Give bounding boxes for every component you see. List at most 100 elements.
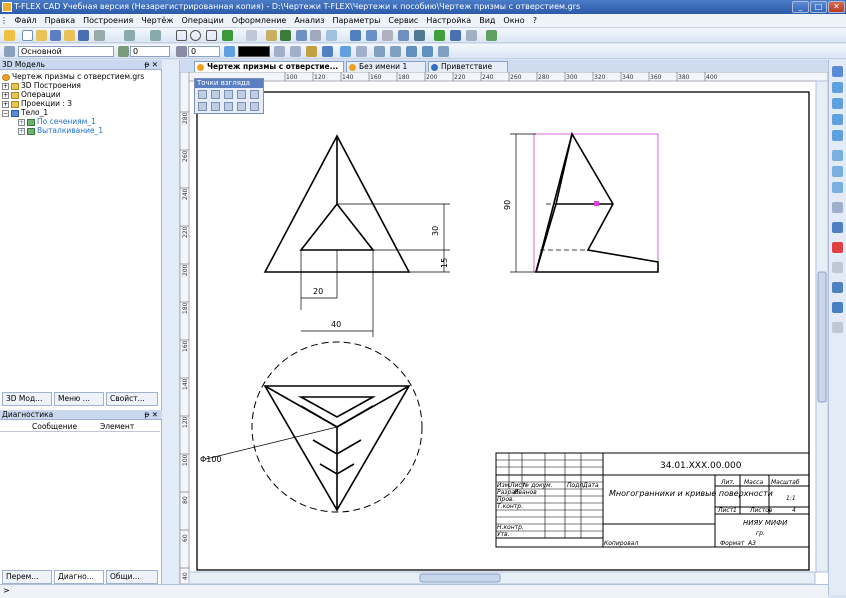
menu-window[interactable]: Окно <box>499 14 528 27</box>
collapse-icon[interactable]: − <box>2 109 9 117</box>
tflex-icon[interactable] <box>4 30 15 41</box>
zoom-next-icon[interactable] <box>832 166 843 177</box>
menu-format[interactable]: Оформление <box>228 14 291 27</box>
menu-drawing[interactable]: Чертёж <box>137 14 177 27</box>
tab-properties[interactable]: Свойст... <box>106 392 158 406</box>
window-icon[interactable] <box>466 30 477 41</box>
linetype-icon[interactable] <box>274 46 285 57</box>
ortho-icon[interactable] <box>374 46 385 57</box>
zoom-out-icon[interactable] <box>832 98 843 109</box>
h-scroll-thumb[interactable] <box>419 573 501 583</box>
tab-3d-model[interactable]: 3D Мод... <box>2 392 52 406</box>
panel-pin-close[interactable]: ᵽ ✕ <box>144 60 158 70</box>
menu-build[interactable]: Построения <box>79 14 137 27</box>
regen-icon[interactable] <box>832 202 843 213</box>
undo-icon[interactable] <box>124 30 135 41</box>
snap-toggle-icon[interactable] <box>340 46 351 57</box>
close-button[interactable]: ✕ <box>828 1 845 13</box>
snap-icon[interactable] <box>222 30 233 41</box>
zoom-page-icon[interactable] <box>832 182 843 193</box>
view-icon[interactable] <box>350 30 361 41</box>
polar-icon[interactable] <box>390 46 401 57</box>
redo-icon[interactable] <box>150 30 161 41</box>
line-tool-icon[interactable] <box>176 30 187 41</box>
edit-icon[interactable] <box>266 30 277 41</box>
tab-menu[interactable]: Меню ... <box>54 392 104 406</box>
menu-parameters[interactable]: Параметры <box>328 14 384 27</box>
tab-diagnostics[interactable]: Диагно... <box>54 570 104 584</box>
menu-service[interactable]: Сервис <box>384 14 422 27</box>
view-back-icon[interactable] <box>250 90 259 99</box>
menu-operations[interactable]: Операции <box>178 14 228 27</box>
zoom-prev-icon[interactable] <box>832 150 843 161</box>
disk-icon[interactable] <box>78 30 89 41</box>
folder-icon[interactable] <box>64 30 75 41</box>
bom-icon[interactable] <box>414 30 425 41</box>
col-element[interactable]: Элемент <box>100 422 134 432</box>
info-icon[interactable] <box>832 322 843 333</box>
properties-icon[interactable] <box>832 262 843 273</box>
new-file-icon[interactable] <box>22 30 33 41</box>
zoom-all-icon[interactable] <box>832 114 843 125</box>
sketch-icon[interactable] <box>246 30 257 41</box>
zoom-in-icon[interactable] <box>832 82 843 93</box>
color-select[interactable] <box>238 46 270 57</box>
layers-toggle-icon[interactable] <box>832 282 843 293</box>
menu-view[interactable]: Вид <box>475 14 499 27</box>
polyline-tool-icon[interactable] <box>206 30 217 41</box>
refresh-icon[interactable] <box>486 30 497 41</box>
print-icon[interactable] <box>94 30 105 41</box>
tree-item-3d-build[interactable]: +3D Построения <box>2 81 144 90</box>
expand-icon[interactable]: + <box>2 82 9 90</box>
select-icon[interactable] <box>322 46 333 57</box>
expand-icon[interactable]: + <box>2 100 9 108</box>
view-iso2-icon[interactable] <box>224 102 233 111</box>
param-icon[interactable] <box>450 30 461 41</box>
menu-file[interactable]: Файл <box>11 14 41 27</box>
measure-tool-icon[interactable] <box>832 302 843 313</box>
view-iso-icon[interactable] <box>211 102 220 111</box>
expand-icon[interactable]: + <box>2 91 9 99</box>
tab-welcome[interactable]: Приветствие <box>428 61 508 72</box>
tree-item-operations[interactable]: + Операции <box>2 90 144 99</box>
zoom-window-icon[interactable] <box>832 66 843 77</box>
priority-input[interactable]: 0 <box>188 46 220 57</box>
measure-icon[interactable] <box>382 30 393 41</box>
maximize-button[interactable]: □ <box>810 1 827 13</box>
tab-untitled[interactable]: Без имени 1 <box>346 61 426 72</box>
view-top-icon[interactable] <box>211 90 220 99</box>
text-icon[interactable] <box>296 30 307 41</box>
command-prompt[interactable]: > <box>3 586 10 595</box>
grid-icon[interactable] <box>356 46 367 57</box>
viewpoints-toolbar[interactable]: Точки взгляда <box>194 78 264 114</box>
viewpoints-title[interactable]: Точки взгляда <box>195 79 263 88</box>
track-icon[interactable] <box>406 46 417 57</box>
layers-icon[interactable] <box>366 30 377 41</box>
table-icon[interactable] <box>398 30 409 41</box>
col-message[interactable]: Сообщение <box>32 422 77 432</box>
expand-icon[interactable]: + <box>18 118 25 126</box>
linewidth-icon[interactable] <box>290 46 301 57</box>
filter-icon[interactable] <box>306 46 317 57</box>
view-iso3-icon[interactable] <box>237 102 246 111</box>
menu-edit[interactable]: Правка <box>41 14 79 27</box>
view-right-icon[interactable] <box>237 90 246 99</box>
minimize-button[interactable]: _ <box>792 1 809 13</box>
graph-icon[interactable] <box>280 30 291 41</box>
dimension-icon[interactable] <box>326 30 337 41</box>
tree-item-body[interactable]: − Тело_1 <box>2 108 144 117</box>
menu-analysis[interactable]: Анализ <box>290 14 328 27</box>
menu-settings[interactable]: Настройка <box>422 14 475 27</box>
pan-icon[interactable] <box>832 130 843 141</box>
tree-item-loft[interactable]: + По сечениям_1 <box>18 117 160 126</box>
circle-tool-icon[interactable] <box>190 30 201 41</box>
menu-help[interactable]: ? <box>529 14 541 27</box>
open-icon[interactable] <box>36 30 47 41</box>
tab-prism-drawing[interactable]: Чертеж призмы с отверстие... <box>194 61 344 72</box>
tree-item-projections[interactable]: + Проекции : 3 <box>2 99 144 108</box>
model-icon[interactable] <box>434 30 445 41</box>
view-front-icon[interactable] <box>198 90 207 99</box>
dyn-icon[interactable] <box>438 46 449 57</box>
view-left-icon[interactable] <box>224 90 233 99</box>
center-marker[interactable] <box>594 201 599 206</box>
